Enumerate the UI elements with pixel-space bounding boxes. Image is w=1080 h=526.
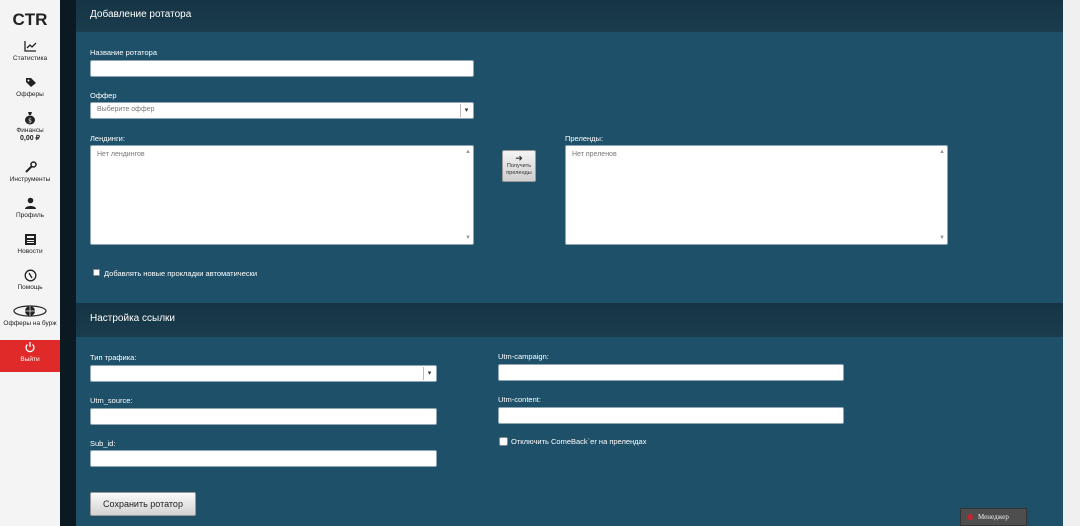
arrow-right-icon: ➜ <box>515 153 523 163</box>
sidebar-item-label: Офферы на бурж <box>3 320 57 327</box>
main-panel: Добавление ротатора Название ротатора Оф… <box>76 0 1063 526</box>
sidebar-item-label: Помощь <box>17 284 43 291</box>
sidebar-item-label: Инструменты <box>9 176 51 183</box>
globe-icon <box>0 304 60 320</box>
get-prelands-line1: Получить <box>506 163 532 169</box>
chevron-down-icon[interactable]: ▾ <box>460 104 472 117</box>
offer-label: Оффер <box>90 91 117 100</box>
sidebar-item-label: Профиль <box>15 212 45 219</box>
sidebar-item-label: Новости <box>17 248 43 255</box>
logo[interactable]: CTR <box>0 0 60 36</box>
manager-label: Менеджер <box>978 513 1009 521</box>
save-rotator-button[interactable]: Сохранить ротатор <box>90 492 196 516</box>
sidebar-item-logout[interactable]: Выйти <box>0 340 60 372</box>
landings-empty-text: Нет лендингов <box>97 151 145 158</box>
scroll-up-icon[interactable]: ▲ <box>939 149 945 155</box>
right-margin <box>1063 0 1080 526</box>
utm-campaign-label: Utm-campaign: <box>498 352 549 361</box>
sidebar-item-label: Офферы <box>16 91 44 98</box>
disable-comeback-checkbox[interactable] <box>499 437 508 446</box>
sidebar-item-offers[interactable]: Офферы <box>0 75 60 108</box>
scroll-down-icon[interactable]: ▼ <box>939 235 945 241</box>
auto-add-label: Добавлять новые прокладки автоматически <box>104 269 258 278</box>
money-bag-icon: $ <box>0 111 60 127</box>
section-title-link-settings: Настройка ссылки <box>76 303 1063 337</box>
prelands-empty-text: Нет преленов <box>572 151 617 158</box>
sidebar: CTR Статистика Офферы $ Финансы 0,00 ₽ И… <box>0 0 60 526</box>
sidebar-item-offers-bourgeois[interactable]: Офферы на бурж <box>0 304 60 337</box>
rotator-name-input[interactable] <box>90 60 474 77</box>
utm-content-label: Utm-content: <box>498 395 541 404</box>
balance-value: 0,00 ₽ <box>19 135 41 142</box>
svg-text:$: $ <box>28 118 32 125</box>
sidebar-item-profile[interactable]: Профиль <box>0 196 60 229</box>
tag-icon <box>0 75 60 91</box>
rotator-name-label: Название ротатора <box>90 48 157 57</box>
utm-content-input[interactable] <box>498 407 844 424</box>
scroll-down-icon[interactable]: ▼ <box>465 235 471 241</box>
prelands-label: Преленды: <box>565 134 604 143</box>
auto-add-checkbox[interactable] <box>93 269 100 276</box>
utm-source-label: Utm_source: <box>90 396 133 405</box>
traffic-type-select[interactable]: ▾ <box>90 365 437 382</box>
utm-source-input[interactable] <box>90 408 437 425</box>
offer-select[interactable]: Выберите оффер ▾ <box>90 102 474 119</box>
sidebar-item-label: Статистика <box>12 55 48 62</box>
status-dot-icon <box>967 514 973 520</box>
sub-id-label: Sub_id: <box>90 439 116 448</box>
prelands-list[interactable]: Нет преленов ▲ ▼ <box>565 145 948 245</box>
scroll-up-icon[interactable]: ▲ <box>465 149 471 155</box>
power-icon <box>0 340 60 356</box>
sub-id-input[interactable] <box>90 450 437 467</box>
chevron-down-icon[interactable]: ▾ <box>423 367 435 380</box>
sidebar-item-label: Финансы <box>16 127 44 134</box>
offer-select-value: Выберите оффер <box>97 106 155 113</box>
sidebar-item-finance[interactable]: $ Финансы 0,00 ₽ <box>0 111 60 157</box>
sidebar-item-news[interactable]: Новости <box>0 232 60 265</box>
section-title-add-rotator: Добавление ротатора <box>76 0 1063 32</box>
traffic-type-label: Тип трафика: <box>90 353 137 362</box>
sidebar-item-label: Выйти <box>20 356 40 363</box>
get-prelands-line2: преленды <box>506 169 532 176</box>
newspaper-icon <box>0 232 60 248</box>
disable-comeback-label: Отключить ComeBack`er на прелендах <box>511 437 647 446</box>
landings-label: Лендинги: <box>90 134 125 143</box>
user-icon <box>0 196 60 212</box>
wrench-icon <box>0 160 60 176</box>
manager-button[interactable]: Менеджер <box>960 508 1027 526</box>
sidebar-item-statistics[interactable]: Статистика <box>0 39 60 72</box>
landings-list[interactable]: Нет лендингов ▲ ▼ <box>90 145 474 245</box>
help-icon <box>0 268 60 284</box>
utm-campaign-input[interactable] <box>498 364 844 381</box>
chart-icon <box>0 39 60 55</box>
get-prelands-button[interactable]: ➜ Получить преленды <box>502 150 536 182</box>
sidebar-item-tools[interactable]: Инструменты <box>0 160 60 193</box>
sidebar-item-help[interactable]: Помощь <box>0 268 60 301</box>
